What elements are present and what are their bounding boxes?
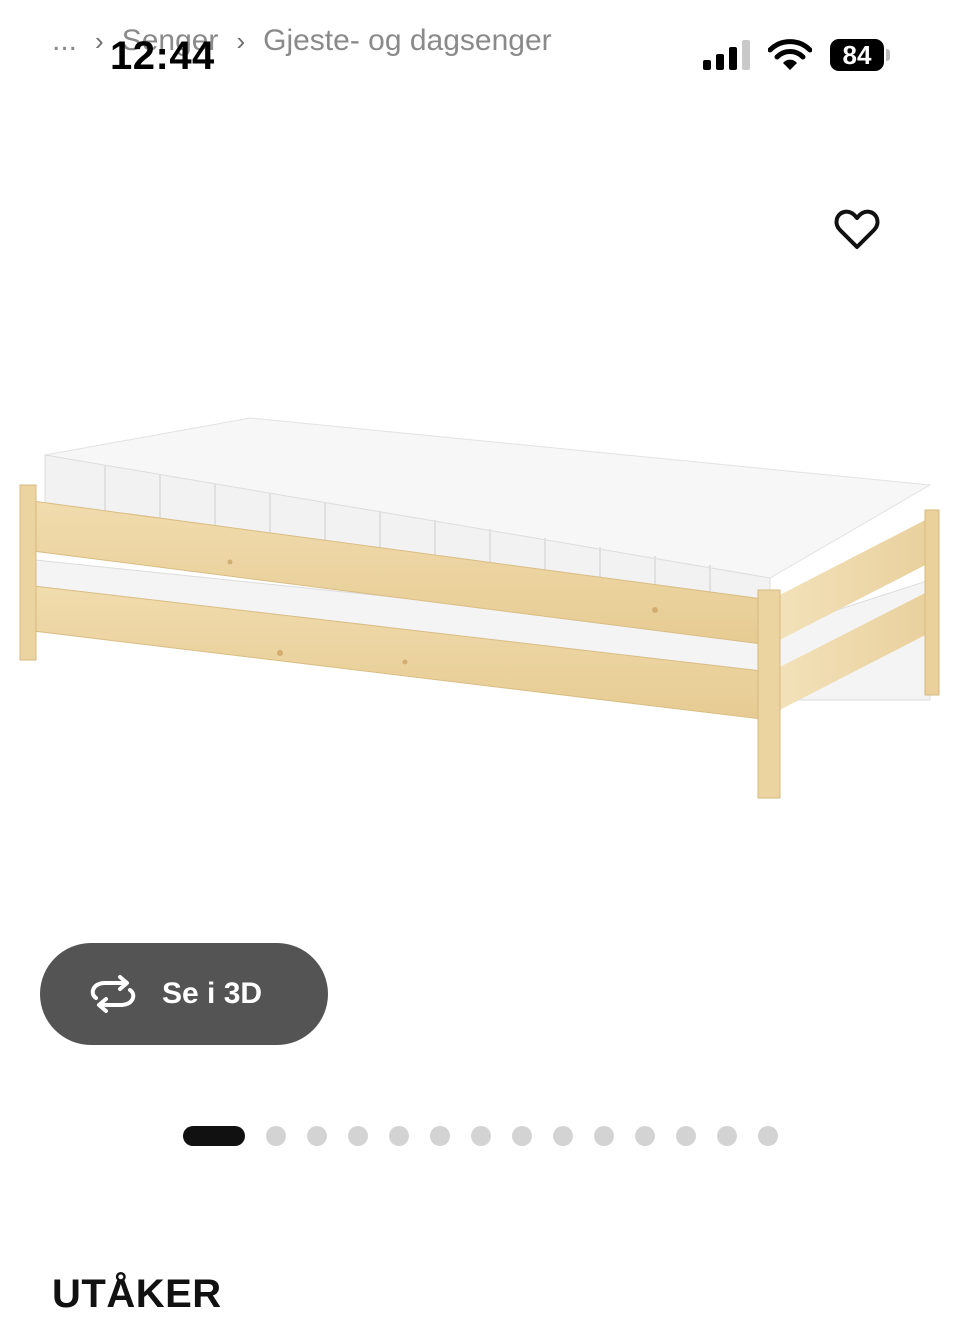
breadcrumb-separator: › bbox=[95, 25, 104, 56]
product-title: UTÅKER bbox=[52, 1272, 222, 1316]
carousel-dot[interactable] bbox=[512, 1126, 532, 1146]
wifi-icon bbox=[768, 39, 812, 70]
rotate-3d-icon bbox=[90, 975, 136, 1013]
carousel-dot[interactable] bbox=[553, 1126, 573, 1146]
cellular-signal-icon bbox=[703, 40, 750, 70]
carousel-dot[interactable] bbox=[471, 1126, 491, 1146]
status-indicators: 84 bbox=[703, 38, 890, 72]
carousel-dot[interactable] bbox=[307, 1126, 327, 1146]
battery-level: 84 bbox=[830, 39, 884, 71]
carousel-dot[interactable] bbox=[717, 1126, 737, 1146]
carousel-indicator bbox=[183, 1126, 778, 1146]
battery-icon: 84 bbox=[830, 39, 890, 71]
product-image[interactable] bbox=[0, 300, 960, 880]
carousel-dot-active[interactable] bbox=[183, 1126, 245, 1146]
breadcrumb-separator: › bbox=[236, 25, 246, 56]
carousel-dot[interactable] bbox=[676, 1126, 696, 1146]
carousel-dot[interactable] bbox=[635, 1126, 655, 1146]
carousel-dot[interactable] bbox=[348, 1126, 368, 1146]
breadcrumb-ellipsis[interactable]: ... bbox=[52, 24, 77, 58]
carousel-dot[interactable] bbox=[594, 1126, 614, 1146]
view-in-3d-button[interactable]: Se i 3D bbox=[40, 943, 328, 1045]
breadcrumb-item-gjeste-og-dagsenger[interactable]: Gjeste- og dagsenger bbox=[263, 24, 552, 58]
carousel-dot[interactable] bbox=[389, 1126, 409, 1146]
carousel-dot[interactable] bbox=[430, 1126, 450, 1146]
status-time: 12:44 bbox=[110, 34, 215, 78]
heart-outline-icon[interactable] bbox=[833, 205, 881, 253]
view-in-3d-label: Se i 3D bbox=[162, 977, 263, 1010]
carousel-dot[interactable] bbox=[266, 1126, 286, 1146]
carousel-dot[interactable] bbox=[758, 1126, 778, 1146]
